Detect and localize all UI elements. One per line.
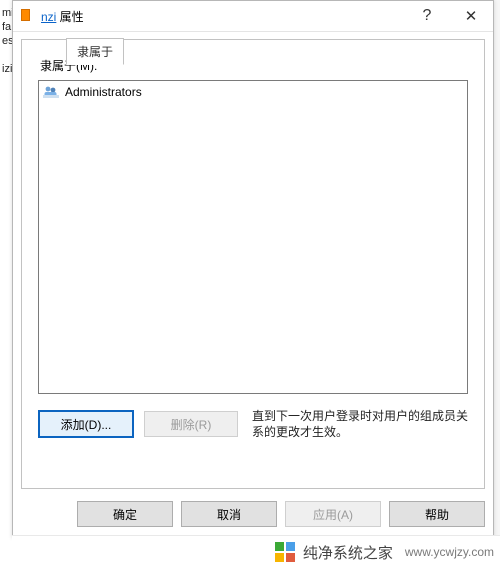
- brand-name: 纯净系统之家: [303, 542, 393, 563]
- membership-note: 直到下一次用户登录时对用户的组成员关系的更改才生效。: [252, 408, 468, 440]
- title-bar[interactable]: nzi 属性 ? ✕: [13, 1, 493, 32]
- brand-url: www.ycwjzy.com: [405, 545, 494, 559]
- help-button[interactable]: 帮助: [389, 501, 485, 527]
- brand-logo-icon: [275, 542, 295, 562]
- group-icon: [43, 84, 59, 100]
- group-name: Administrators: [65, 85, 142, 99]
- groups-listbox[interactable]: Administrators: [38, 80, 468, 394]
- tab-body: 隶属于(M): Administrators 添加(D)... 删除(R) 直到…: [21, 39, 485, 489]
- remove-button: 删除(R): [144, 411, 238, 437]
- close-icon[interactable]: ✕: [449, 1, 493, 31]
- apply-button: 应用(A): [285, 501, 381, 527]
- cancel-button[interactable]: 取消: [181, 501, 277, 527]
- add-button[interactable]: 添加(D)...: [38, 410, 134, 438]
- dialog-buttons: 确定 取消 应用(A) 帮助: [13, 501, 485, 527]
- ok-button[interactable]: 确定: [77, 501, 173, 527]
- help-icon[interactable]: ?: [405, 1, 449, 31]
- window-title: nzi 属性: [41, 8, 84, 25]
- bg-left-text: mi fa es izi: [0, 6, 12, 76]
- properties-dialog: nzi 属性 ? ✕ 常规 隶属于 配置文件 隶属于(M): Administr…: [12, 0, 494, 538]
- list-item[interactable]: Administrators: [39, 81, 467, 103]
- watermark-footer: 纯净系统之家 www.ycwjzy.com: [12, 535, 500, 568]
- app-icon: [21, 9, 35, 23]
- tab-member-of[interactable]: 隶属于: [66, 38, 124, 65]
